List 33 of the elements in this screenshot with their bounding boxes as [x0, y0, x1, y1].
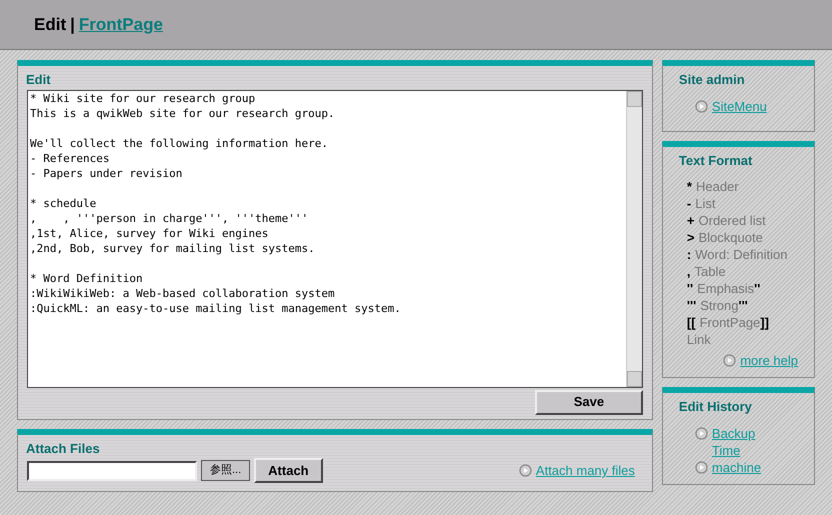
play-circle-icon [723, 354, 736, 367]
attach-button[interactable]: Attach [254, 458, 323, 483]
play-circle-icon [694, 460, 708, 474]
format-item: '' Emphasis'' [686, 280, 762, 297]
format-item: * Header [686, 178, 740, 195]
nav-link[interactable]: Attach many files [536, 462, 635, 479]
play-circle-icon [694, 100, 708, 112]
page-link[interactable]: FrontPage [78, 12, 163, 38]
separator: | [70, 14, 75, 36]
panel-title: Site admin [678, 71, 746, 89]
page-mode: Edit [34, 14, 66, 36]
panel-title: Text Format [678, 152, 754, 170]
format-item: , Table [686, 263, 727, 280]
scrollbar[interactable] [626, 90, 642, 386]
nav-link[interactable]: SiteMenu [712, 98, 767, 114]
nav-link[interactable]: machine [712, 458, 762, 476]
format-item: : Word: Definition [686, 246, 788, 263]
format-item: > Blockquote [686, 229, 764, 246]
format-item: + Ordered list [686, 212, 767, 229]
panel-title: Edit History [678, 398, 753, 416]
browse-button[interactable]: 参照... [201, 460, 250, 481]
edit-textarea[interactable]: * Wiki site for our research group This is a qwikWeb site for our research group. We'll collect the following information here. - References - Papers under revision * schedule , , '''person in charge''', '''theme''' ,1st, Alice, survey for Wiki engines ,2nd, Bob, survey for mailing list systems. * Word Definition :WikiWikiWeb: a Web-based collaboration system :QuickML: an easy-to-use mailing list management system. [27, 90, 643, 388]
format-item: - List [686, 195, 716, 212]
panel-title: Attach Files [25, 440, 101, 458]
format-note: Link [686, 331, 712, 348]
panel-title: Edit [25, 71, 52, 89]
play-circle-icon [694, 426, 708, 440]
nav-link[interactable]: more help [740, 352, 798, 369]
format-item: [[ FrontPage]] [686, 314, 770, 331]
play-circle-icon [518, 464, 532, 477]
file-path-field[interactable] [27, 460, 197, 480]
format-item: ''' Strong''' [686, 297, 749, 314]
save-button[interactable]: Save [534, 390, 643, 414]
